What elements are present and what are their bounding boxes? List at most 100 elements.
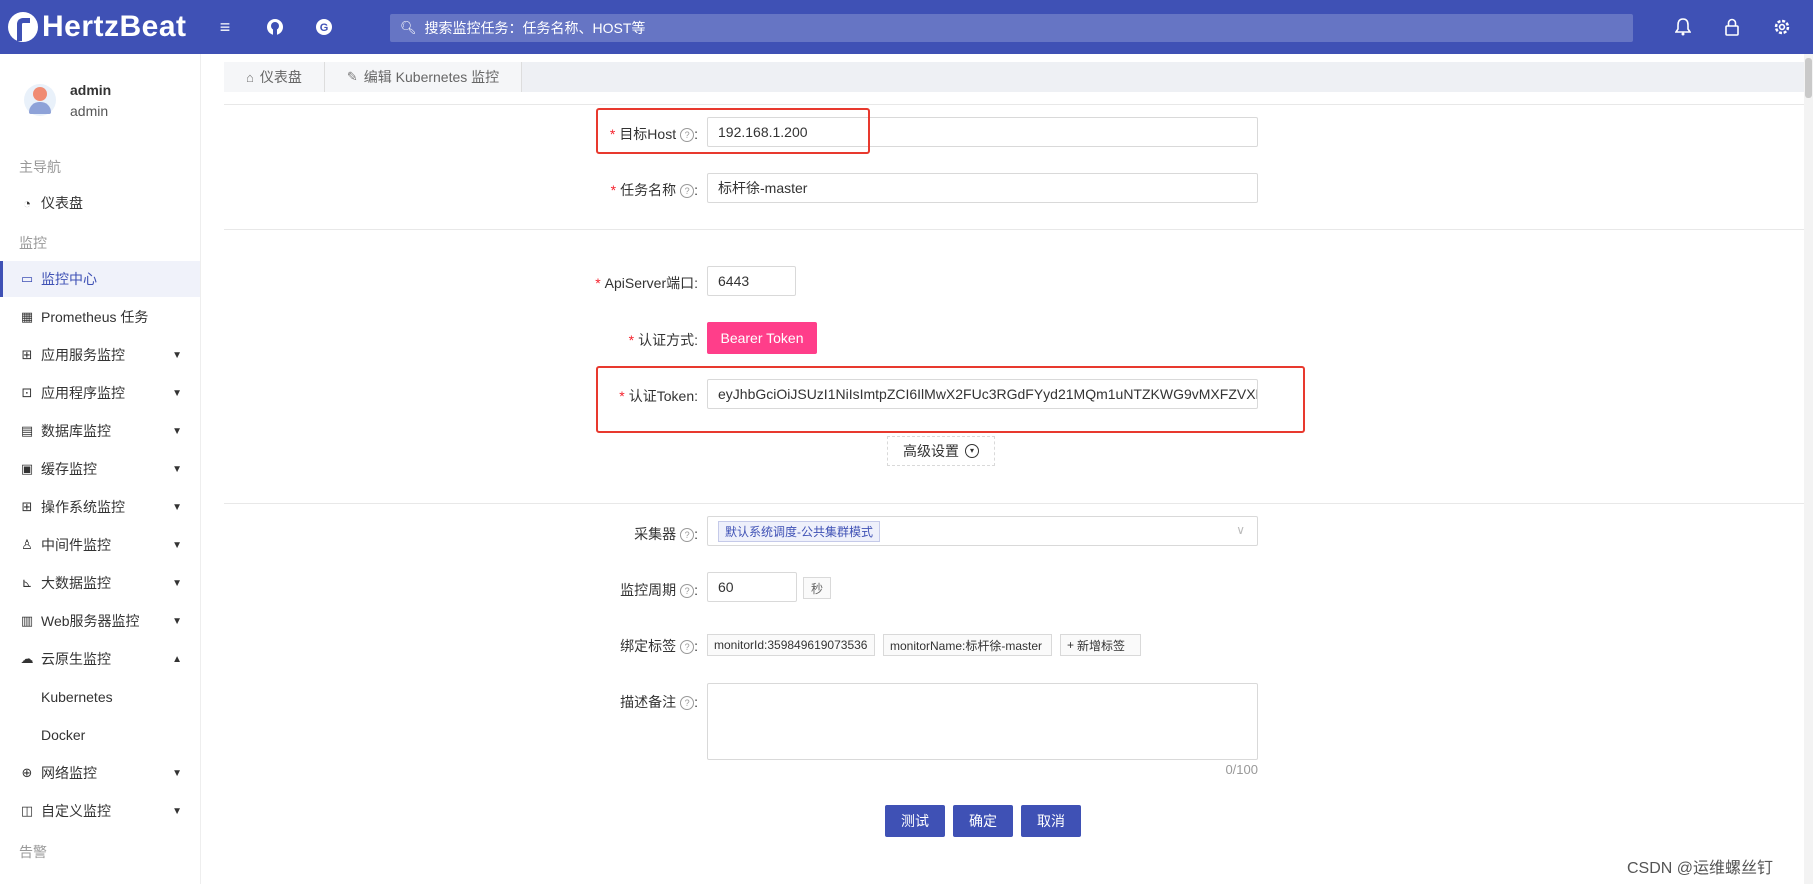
sidebar-item-label: 监控中心 [41,271,97,287]
edit-icon: ✎ [346,69,358,84]
search-bar[interactable]: 🔍︎ [390,14,1633,42]
advanced-label: 高级设置 [903,443,959,459]
tags-label: 绑定标签?: [620,638,698,654]
add-tag-button[interactable]: + 新增标签 [1060,634,1141,656]
sidebar-item-app-program[interactable]: ⊡ 应用程序监控 ▼ [0,375,200,411]
tag-monitor-id[interactable]: monitorId:359849619073536 [707,634,875,656]
chevron-down-icon: ▼ [172,501,182,513]
sidebar-item-label: 网络监控 [41,765,97,781]
scrollbar[interactable] [1804,54,1813,884]
gitee-icon[interactable]: G [313,16,335,38]
reuse-tabs: ⌂ 仪表盘 ✎ 编辑 Kubernetes 监控 [224,62,1813,92]
sidebar-item-label: 自定义监控 [41,803,111,819]
task-name-label: * 任务名称?: [610,182,698,198]
sidebar-item-cache[interactable]: ▣ 缓存监控 ▼ [0,451,200,487]
chevron-down-icon: ▼ [172,387,182,399]
sidebar-item-label: 操作系统监控 [41,499,125,515]
sidebar-item-dashboard[interactable]: ◔ 仪表盘 [0,185,200,221]
question-circle-icon: ? [680,528,695,542]
chevron-down-icon: ▼ [172,577,182,589]
description-label: 描述备注?: [620,694,698,710]
search-icon: 🔍︎ [400,20,417,35]
chevron-down-icon: ▼ [172,349,182,361]
sidebar-item-bigdata[interactable]: ⊾ 大数据监控 ▼ [0,565,200,601]
chevron-down-icon: ▼ [172,615,182,627]
lock-icon[interactable] [1721,16,1743,38]
chevron-down-icon: ∨ [1236,523,1245,537]
sidebar-item-label: 缓存监控 [41,461,97,477]
interval-label: 监控周期?: [620,582,698,598]
github-icon[interactable] [264,16,286,38]
description-textarea[interactable] [707,683,1258,760]
sidebar-item-custom[interactable]: ◫ 自定义监控 ▼ [0,793,200,829]
logo-text: HertzBeat [42,10,187,43]
sidebar-item-app-service[interactable]: ⊞ 应用服务监控 ▼ [0,337,200,373]
chart-icon: ⊾ [21,575,33,590]
plus-icon: + [1067,638,1075,652]
code-icon: ⊡ [21,385,33,400]
chevron-down-circle-icon: ▾ [965,444,979,458]
sidebar-item-label: 大数据监控 [41,575,111,591]
divider [224,229,1813,230]
gear-icon[interactable] [1771,16,1793,38]
interval-unit: 秒 [803,577,831,599]
sidebar-item-label: 中间件监控 [41,537,111,553]
task-name-input[interactable]: 标杆徐-master [707,173,1258,203]
sidebar-item-database[interactable]: ▤ 数据库监控 ▼ [0,413,200,449]
sidebar-item-label: 应用程序监控 [41,385,125,401]
dashboard-icon: ◔ [23,195,31,211]
advanced-settings-button[interactable]: 高级设置 ▾ [887,436,995,466]
sidebar-item-monitor-center[interactable]: ▭ 监控中心 [0,261,200,297]
appstore-icon: ⊞ [21,347,33,362]
sidebar-item-middleware[interactable]: ♙ 中间件监控 ▼ [0,527,200,563]
menu-collapse-icon[interactable]: ≡ [214,16,236,38]
hertzbeat-logo-icon [8,12,38,42]
tab-edit-kubernetes[interactable]: ✎ 编辑 Kubernetes 监控 [324,62,523,92]
port-label: * ApiServer端口: [595,275,698,291]
sidebar-item-cloudnative[interactable]: ☁ 云原生监控 ▲ [0,641,200,677]
cancel-button[interactable]: 取消 [1021,805,1081,837]
sidebar-item-docker[interactable]: Docker [41,727,85,743]
interval-input[interactable]: 60 [707,572,797,602]
table-icon: ▦ [20,309,34,324]
collector-select[interactable]: 默认系统调度-公共集群模式 ∨ [707,516,1258,546]
sidebar-item-webserver[interactable]: ▥ Web服务器监控 ▼ [0,603,200,639]
sidebar-item-prometheus[interactable]: ▦ Prometheus 任务 [0,299,200,335]
question-circle-icon: ? [680,640,695,654]
question-circle-icon: ? [680,184,695,198]
test-button[interactable]: 测试 [885,805,945,837]
sidebar-item-os[interactable]: ⊞ 操作系统监控 ▼ [0,489,200,525]
confirm-button[interactable]: 确定 [953,805,1013,837]
csdn-watermark: CSDN @运维螺丝钉 [1627,860,1774,877]
search-input[interactable] [422,19,1327,37]
sidebar-item-network[interactable]: ⊕ 网络监控 ▼ [0,755,200,791]
sidebar-item-label: 云原生监控 [41,651,111,667]
sidebar-item-kubernetes[interactable]: Kubernetes [41,689,113,705]
chevron-down-icon: ▼ [172,539,182,551]
question-circle-icon: ? [680,696,695,710]
tab-label: 编辑 Kubernetes 监控 [363,69,500,85]
user-info[interactable]: admin admin [24,80,111,122]
tab-dashboard[interactable]: ⌂ 仪表盘 [224,62,325,92]
tag-monitor-name[interactable]: monitorName:标杆徐-master [883,634,1052,656]
cluster-icon: ♙ [21,537,33,552]
divider [224,104,1813,105]
auth-type-bearer-token-button[interactable]: Bearer Token [707,322,817,354]
bell-icon[interactable] [1672,16,1694,38]
chevron-up-icon: ▲ [172,653,182,665]
highlight-box-host [596,108,870,154]
global-icon: ⊕ [21,765,33,780]
highlight-box-token [596,366,1305,433]
windows-icon: ⊞ [21,499,33,514]
sidebar-item-label: Prometheus 任务 [41,309,149,325]
cache-icon: ▣ [20,461,34,476]
home-icon: ⌂ [246,69,254,85]
collector-selected-tag: 默认系统调度-公共集群模式 [718,520,880,542]
user-role: admin [70,103,109,119]
sidebar-item-label: 应用服务监控 [41,347,125,363]
logo[interactable]: HertzBeat [8,8,187,46]
sidebar: admin admin 主导航 ◔ 仪表盘 监控 ▭ 监控中心 ▦ Prometheu… [0,54,201,884]
nav-group-main: 主导航 [19,159,61,175]
sidebar-item-label: 数据库监控 [41,423,111,439]
port-input[interactable]: 6443 [707,266,796,296]
